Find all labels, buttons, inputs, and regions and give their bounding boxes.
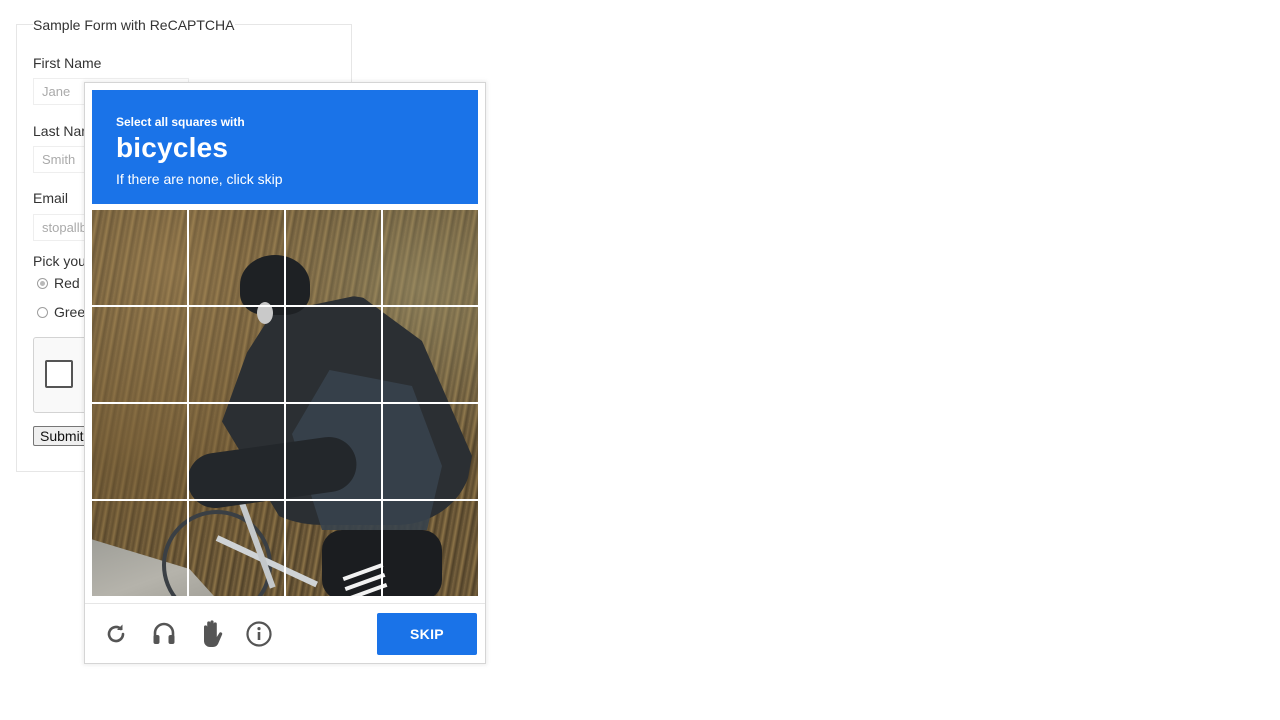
hand-icon[interactable] [197,618,227,650]
challenge-target: bicycles [116,132,229,163]
grid-tile[interactable] [285,500,382,597]
email-label: Email [33,190,69,206]
radio-red[interactable]: Red [37,275,80,291]
grid-tile[interactable] [382,403,479,500]
recaptcha-checkbox[interactable] [45,360,73,388]
info-icon[interactable] [245,620,273,648]
radio-red-button[interactable] [37,277,48,289]
grid-tile[interactable] [92,210,189,307]
grid-tile[interactable] [382,307,479,404]
grid-tile[interactable] [92,307,189,404]
captcha-challenge-popup: Select all squares with bicycles If ther… [84,82,486,664]
grid-tile[interactable] [285,210,382,307]
challenge-header: Select all squares with bicycles If ther… [92,90,478,204]
grid-tile[interactable] [285,403,382,500]
grid-tile[interactable] [92,403,189,500]
challenge-subtext: If there are none, click skip [116,171,283,187]
grid-tile[interactable] [189,307,286,404]
challenge-image-grid [92,210,478,596]
grid-tile[interactable] [189,403,286,500]
grid-tile[interactable] [382,500,479,597]
radio-green-button[interactable] [37,306,48,318]
submit-button[interactable]: Submit [33,426,91,446]
footer-divider [85,603,485,604]
challenge-instruction: Select all squares with [116,115,245,129]
grid-tile[interactable] [189,500,286,597]
first-name-label: First Name [33,55,102,71]
grid-tile[interactable] [92,500,189,597]
grid-tile[interactable] [382,210,479,307]
audio-icon[interactable] [150,620,178,648]
radio-red-label: Red [54,275,80,291]
skip-button[interactable]: SKIP [377,613,477,655]
grid-tile[interactable] [285,307,382,404]
grid-tile[interactable] [189,210,286,307]
form-legend: Sample Form with ReCAPTCHA [33,17,235,33]
reload-icon[interactable] [102,620,130,648]
